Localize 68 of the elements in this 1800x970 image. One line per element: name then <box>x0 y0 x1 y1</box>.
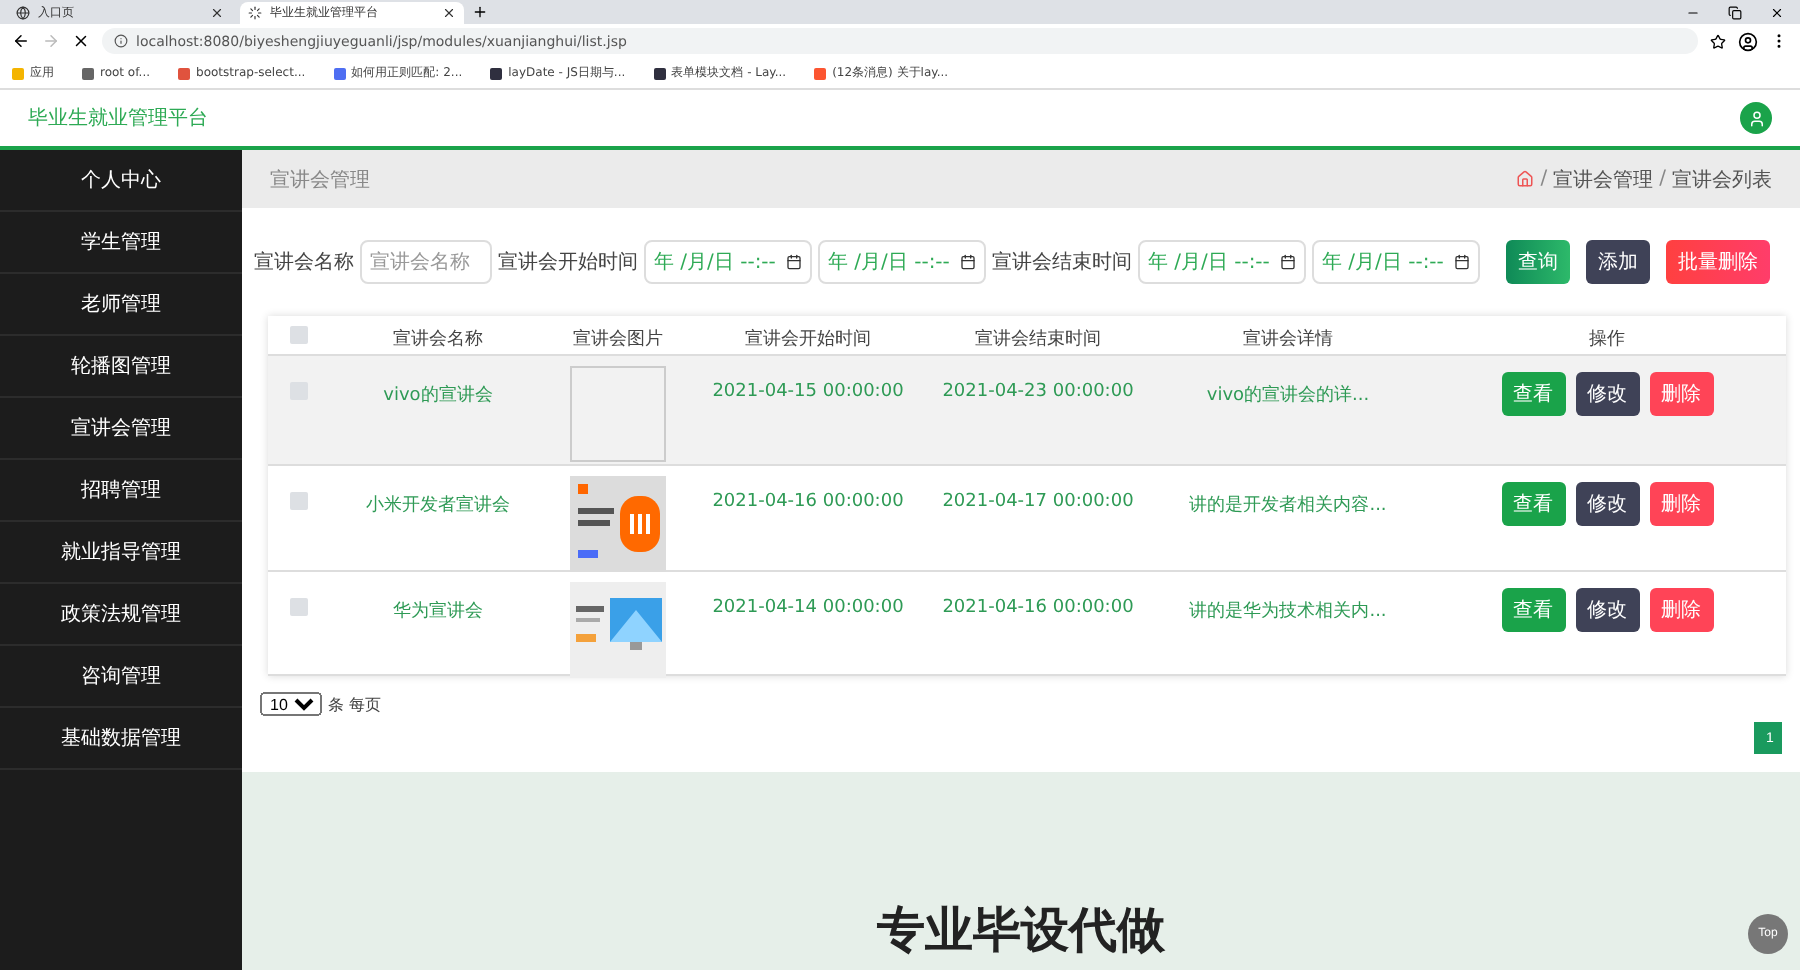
breadcrumb-link[interactable]: 宣讲会列表 <box>1672 165 1772 193</box>
table-cell-text: 讲的是华为技术相关内... <box>1187 599 1389 624</box>
column-header: 宣讲会名称 <box>391 327 485 352</box>
promo-text: 专业毕设代做 <box>877 900 1165 962</box>
checkbox[interactable] <box>289 492 307 510</box>
loading-icon <box>248 6 262 20</box>
column-header: 宣讲会详情 <box>1241 327 1335 352</box>
calendar-icon[interactable] <box>960 254 976 270</box>
sidebar-item[interactable]: 政策法规管理 <box>0 584 242 646</box>
close-icon[interactable] <box>442 6 456 20</box>
avatar-button[interactable] <box>1740 102 1772 134</box>
back-icon[interactable] <box>12 32 30 50</box>
table-cell-text: 2021-04-16 00:00:00 <box>710 490 906 512</box>
new-tab-icon[interactable] <box>472 4 488 20</box>
checkbox[interactable] <box>289 326 307 344</box>
field-label: 宣讲会开始时间 <box>498 249 638 276</box>
sidebar-item[interactable]: 宣讲会管理 <box>0 398 242 460</box>
edit-button[interactable]: 修改 <box>1575 372 1639 416</box>
table-cell-text: 2021-04-17 00:00:00 <box>940 490 1136 512</box>
table-cell-text: 小米开发者宣讲会 <box>364 493 512 518</box>
breadcrumb-separator: / <box>1540 168 1548 190</box>
table-cell-text: 2021-04-15 00:00:00 <box>710 380 906 402</box>
calendar-icon[interactable] <box>1454 254 1470 270</box>
table-cell-text: vivo的宣讲会的详... <box>1204 383 1372 408</box>
close-icon[interactable] <box>210 6 224 20</box>
sidebar-item[interactable]: 学生管理 <box>0 212 242 274</box>
bookmark-star-icon[interactable] <box>1710 33 1726 49</box>
close-icon[interactable] <box>1770 5 1784 19</box>
column-header: 操作 <box>1587 327 1627 352</box>
stop-icon[interactable] <box>72 32 90 50</box>
edit-button[interactable]: 修改 <box>1575 588 1639 632</box>
calendar-icon[interactable] <box>1280 254 1296 270</box>
profile-icon[interactable] <box>1738 31 1758 51</box>
calendar-icon[interactable] <box>786 254 802 270</box>
table-cell-text: 2021-04-23 00:00:00 <box>940 380 1136 402</box>
sidebar-item[interactable]: 老师管理 <box>0 274 242 336</box>
table-cell-text: 讲的是开发者相关内容... <box>1187 493 1389 518</box>
breadcrumb-link[interactable]: 宣讲会管理 <box>1553 165 1654 193</box>
table-cell-text: vivo的宣讲会 <box>381 383 495 408</box>
page-size-select[interactable]: 10 <box>260 692 322 716</box>
field-label: 宣讲会结束时间 <box>992 249 1132 276</box>
breadcrumb-separator: / <box>1659 168 1666 190</box>
table-cell-text: 2021-04-16 00:00:00 <box>940 596 1136 618</box>
site-title: 毕业生就业管理平台 <box>28 105 208 132</box>
home-icon[interactable] <box>1516 170 1535 188</box>
checkbox[interactable] <box>289 598 307 616</box>
restore-icon[interactable] <box>1728 5 1742 19</box>
search-button[interactable]: 查询 <box>1506 240 1570 284</box>
sidebar-item[interactable]: 就业指导管理 <box>0 522 242 584</box>
edit-button[interactable]: 修改 <box>1575 482 1639 526</box>
column-header: 宣讲会结束时间 <box>973 327 1103 352</box>
sidebar-item[interactable]: 轮播图管理 <box>0 336 242 398</box>
user-icon <box>1747 109 1765 127</box>
add-button[interactable]: 添加 <box>1586 240 1650 284</box>
sidebar-item[interactable]: 招聘管理 <box>0 460 242 522</box>
broken-image <box>570 366 666 462</box>
field-label: 宣讲会名称 <box>254 249 354 276</box>
column-header: 宣讲会图片 <box>571 327 665 352</box>
page-title: 宣讲会管理 <box>270 167 370 193</box>
sidebar-item[interactable]: 咨询管理 <box>0 646 242 708</box>
name-field[interactable]: 宣讲会名称 <box>360 240 492 284</box>
globe-icon <box>16 6 30 20</box>
info-icon <box>114 34 128 48</box>
column-header: 宣讲会开始时间 <box>743 327 873 352</box>
page-size-label: 条 每页 <box>328 693 382 715</box>
sidebar-item[interactable]: 基础数据管理 <box>0 708 242 770</box>
table-cell-text: 华为宣讲会 <box>391 599 485 624</box>
table-cell-text: 2021-04-14 00:00:00 <box>710 596 906 618</box>
